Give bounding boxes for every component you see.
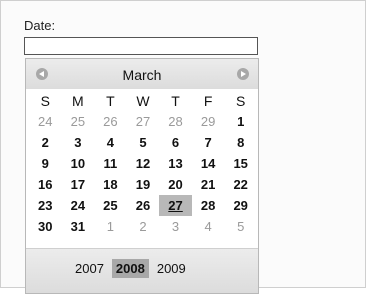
day-cell[interactable]: 16 [29,174,62,195]
week-row: 16 17 18 19 20 21 22 [29,174,257,195]
weekday-label: M [72,92,84,109]
date-input[interactable] [24,37,258,55]
week-row: 2345678 [29,132,257,153]
calendar-popup: March S M T W T F S 24 25 26 27 28 29 1 2 3 4 5 6 7 8… [25,58,259,294]
calendar-grid: S M T W T F S 24 25 26 27 28 29 1 2 3 4 5 6 7 8 9 10 11 1… [29,90,257,237]
day-cell[interactable]: 19 [127,174,160,195]
other-month-day-cell[interactable]: 5 [224,216,257,237]
other-month-day-cell[interactable]: 26 [94,111,127,132]
day-cell[interactable]: 1 [224,111,257,132]
day-cell[interactable]: 4 [94,132,127,153]
calendar-header: March [26,59,258,89]
other-month-day-cell[interactable]: 3 [159,216,192,237]
day-cell[interactable]: 17 [62,174,95,195]
weekday-row: S M T W T F S [29,90,257,111]
day-cell[interactable]: 6 [159,132,192,153]
year-option[interactable]: 2007 [71,259,108,278]
day-cell[interactable]: 21 [192,174,225,195]
other-month-day-cell[interactable]: 24 [29,111,62,132]
day-cell[interactable]: 3 [62,132,95,153]
year-option[interactable]: 2009 [153,259,190,278]
other-month-day-cell[interactable]: 1 [94,216,127,237]
weekday-label: F [203,92,213,109]
day-cell[interactable]: 20 [159,174,192,195]
day-cell[interactable]: 30 [29,216,62,237]
day-cell[interactable]: 25 [94,195,127,216]
day-cell[interactable]: 26 [127,195,160,216]
day-cell[interactable]: 10 [62,153,95,174]
month-title: March [122,67,162,83]
day-cell[interactable]: 12 [127,153,160,174]
week-row: 9 10 11 12 13 14 15 [29,153,257,174]
year-option-selected[interactable]: 2008 [111,259,149,278]
other-month-day-cell[interactable]: 27 [127,111,160,132]
weekday-label: S [236,92,246,109]
week-row: 24 25 26 27 28 29 1 [29,111,257,132]
day-cell[interactable]: 2 [29,132,62,153]
day-cell[interactable]: 24 [62,195,95,216]
weekday-label: W [136,92,150,109]
day-cell[interactable]: 22 [224,174,257,195]
other-month-day-cell[interactable]: 25 [62,111,95,132]
other-month-day-cell[interactable]: 4 [192,216,225,237]
day-cell[interactable]: 9 [29,153,62,174]
day-cell[interactable]: 15 [224,153,257,174]
selected-day-cell[interactable]: 27 [159,195,192,216]
day-cell[interactable]: 8 [224,132,257,153]
other-month-day-cell[interactable]: 29 [192,111,225,132]
year-selector: 2007 2008 2009 [26,248,258,293]
day-cell[interactable]: 28 [192,195,225,216]
day-cell[interactable]: 18 [94,174,127,195]
day-cell[interactable]: 29 [224,195,257,216]
day-cell[interactable]: 5 [127,132,160,153]
day-cell[interactable]: 23 [29,195,62,216]
day-cell[interactable]: 13 [159,153,192,174]
day-cell[interactable]: 7 [192,132,225,153]
chevron-right-icon[interactable] [237,68,249,80]
weekday-label: T [106,92,115,109]
other-month-day-cell[interactable]: 28 [159,111,192,132]
day-cell[interactable]: 31 [62,216,95,237]
weekday-label: S [40,92,50,109]
day-cell[interactable]: 11 [94,153,127,174]
other-month-day-cell[interactable]: 2 [127,216,160,237]
week-row: 23 24 25 26 27 28 29 [29,195,257,216]
date-label: Date: [24,18,56,33]
day-cell[interactable]: 14 [192,153,225,174]
weekday-label: T [171,92,180,109]
week-row: 30 31 1 2 3 4 5 [29,216,257,237]
